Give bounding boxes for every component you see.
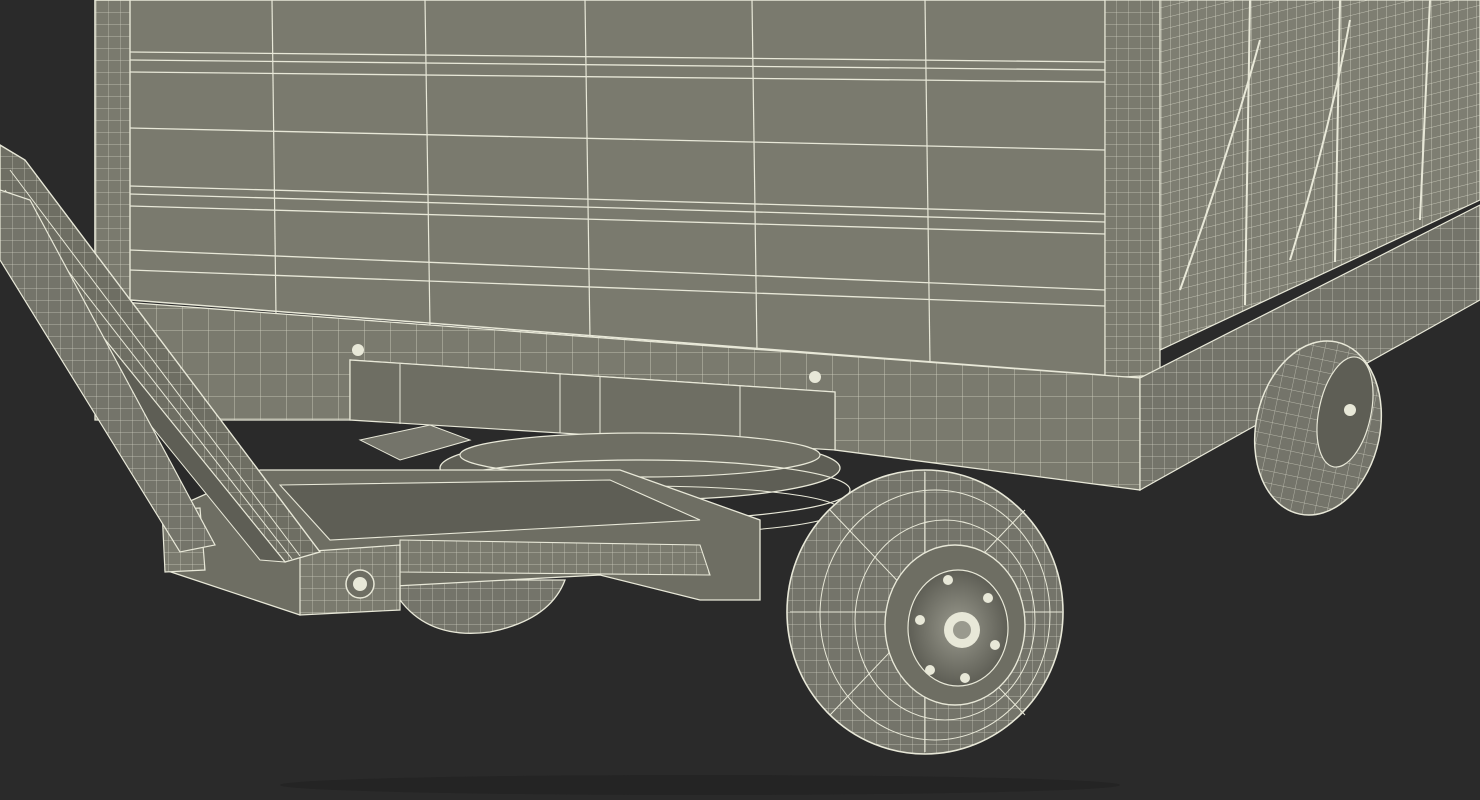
front-right-wheel [786,469,1064,755]
front-left-wheel [399,579,566,634]
ground-shadow [280,775,1120,795]
bolt-icon [352,344,364,356]
render-viewport [0,0,1480,800]
wireframe-scene [0,0,1480,795]
bolt-icon [809,371,821,383]
